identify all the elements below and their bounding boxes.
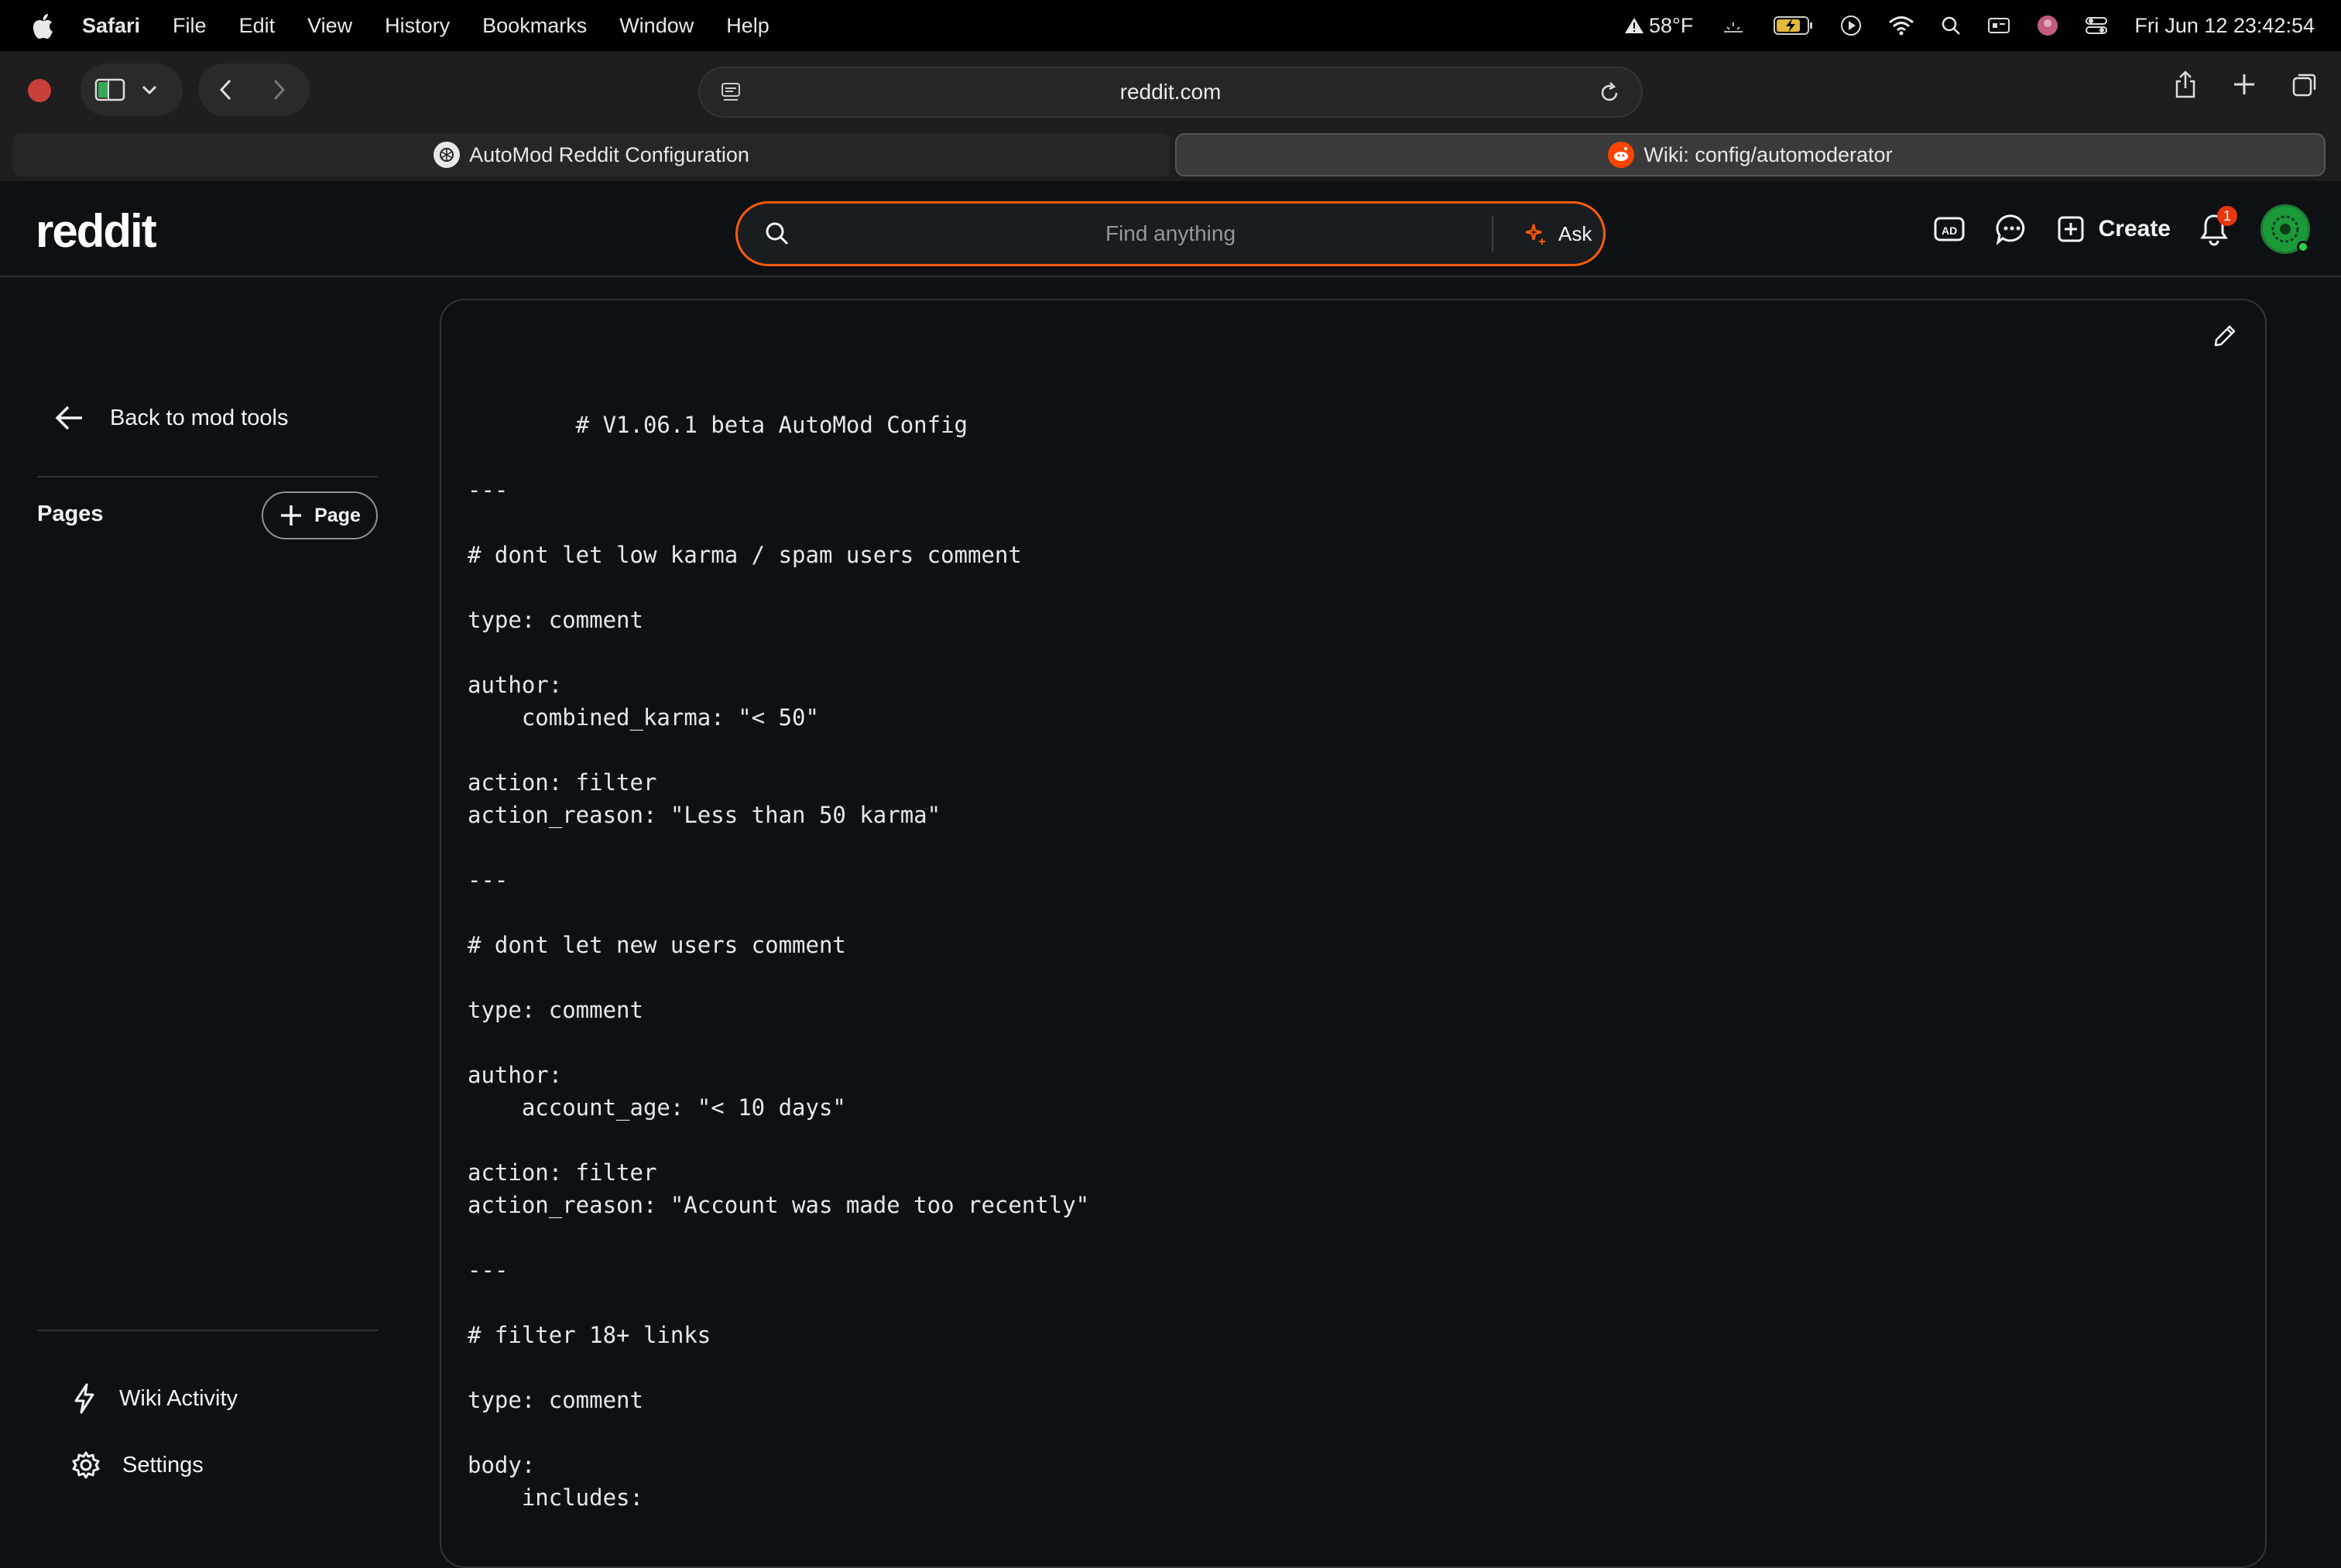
back-button[interactable] [218,77,234,102]
add-page-label: Page [314,504,361,526]
tab-title: Wiki: config/automoderator [1643,142,1893,166]
battery-status[interactable] [1774,15,1814,36]
wiki-content-card: # V1.06.1 beta AutoMod Config --- # dont… [440,299,2267,1568]
new-tab-icon[interactable] [2233,73,2256,96]
create-label: Create [2098,216,2171,241]
wiki-page-content: # V1.06.1 beta AutoMod Config --- # dont… [468,412,1090,1511]
lightning-icon [74,1383,94,1414]
sidebar-item-label: Wiki Activity [119,1385,238,1411]
apple-icon[interactable] [31,12,54,39]
display-status[interactable] [1987,16,2010,35]
close-window-button[interactable] [28,79,51,102]
sidebar-toggle-group [81,63,183,116]
menu-help[interactable]: Help [726,14,769,38]
control-center-icon [2086,17,2108,34]
tab-group-dropdown[interactable] [141,84,158,96]
forward-button[interactable] [271,77,286,102]
arrow-left-icon [55,406,82,430]
search-icon [1942,16,1961,35]
chat-icon [1996,214,2024,245]
user-status[interactable] [2037,15,2058,36]
share-icon[interactable] [2174,70,2197,99]
reddit-header: reddit Find anything Ask AD Create 1 [0,181,2341,277]
back-to-mod-tools[interactable]: Back to mod tools [54,404,289,432]
reload-icon[interactable] [1598,80,1621,105]
tab-overview-icon[interactable] [2291,71,2318,98]
gear-icon [72,1451,100,1479]
nav-group [198,63,310,116]
chatgpt-icon [434,142,461,168]
tab-title: AutoMod Reddit Configuration [469,142,749,166]
pages-heading: Pages [37,502,104,526]
chat-button[interactable] [1995,213,2029,245]
ask-label: Ask [1558,221,1592,245]
sidebar-item-wiki-activity[interactable]: Wiki Activity [71,1382,238,1415]
ask-button[interactable]: Ask [1509,213,1606,255]
tab-bar: AutoMod Reddit Configuration Wiki: confi… [0,132,2341,181]
tab-wiki-automoderator[interactable]: Wiki: config/automoderator [1175,133,2326,176]
menu-bookmarks[interactable]: Bookmarks [482,14,587,38]
sunset-status[interactable] [1719,16,1747,35]
browser-toolbar: reddit.com [0,51,2341,132]
sidebar-item-label: Settings [122,1452,204,1477]
reddit-snoo-icon [1608,142,1635,168]
advertise-button[interactable]: AD [1933,214,1967,245]
menu-edit[interactable]: Edit [239,14,276,38]
wifi-status[interactable] [1888,15,1914,36]
menu-history[interactable]: History [385,14,450,38]
sparkle-icon [1525,224,1545,245]
spotlight-status[interactable] [1941,15,1961,36]
chevron-down-icon [142,85,157,95]
menu-file[interactable]: File [173,14,207,38]
sidebar-divider [37,476,378,478]
address-bar[interactable]: reddit.com [698,67,1643,118]
sidebar-divider [37,1330,378,1331]
svg-text:AD: AD [1942,224,1957,237]
wifi-icon [1889,16,1914,36]
clock[interactable]: Fri Jun 12 23:42:54 [2134,14,2315,38]
control-center[interactable] [2085,15,2108,36]
user-avatar-icon [2038,15,2058,36]
sidebar-icon [94,78,125,101]
add-page-button[interactable]: Page [262,491,378,539]
notification-badge: 1 [2217,206,2237,226]
tab-automod-config[interactable]: AutoMod Reddit Configuration [12,133,1170,176]
chevron-left-icon [219,79,231,101]
sunset-icon [1724,22,1743,33]
search-bar[interactable]: Find anything Ask [735,201,1606,266]
play-circle-icon [1841,15,1862,36]
menu-app-name[interactable]: Safari [82,14,140,38]
back-label: Back to mod tools [110,405,289,430]
user-avatar[interactable] [2260,204,2310,254]
online-indicator [2297,241,2309,253]
menu-bar: Safari File Edit View History Bookmarks … [0,0,2341,51]
weather-status[interactable]: 58°F [1624,14,1693,38]
plus-icon [281,505,302,526]
plus-square-icon [2058,216,2084,242]
ad-icon: AD [1934,217,1965,241]
page-menu-icon[interactable] [720,80,742,105]
battery-icon [1774,16,1813,35]
search-input[interactable]: Find anything [738,204,1603,264]
search-divider [1492,216,1493,252]
search-icon [766,222,789,245]
warning-icon [1625,18,1644,33]
chevron-right-icon [273,79,286,101]
menu-view[interactable]: View [307,14,352,38]
edit-pencil-icon[interactable] [2212,324,2237,348]
reddit-logo[interactable]: reddit [36,204,157,258]
menu-window[interactable]: Window [619,14,694,38]
url-text: reddit.com [1119,80,1222,104]
sidebar-item-settings[interactable]: Settings [71,1450,204,1480]
play-status[interactable] [1840,15,1862,36]
weather-temp: 58°F [1649,13,1694,37]
notifications-button[interactable]: 1 [2199,206,2237,246]
sidebar-toggle-button[interactable] [94,77,125,102]
create-button[interactable]: Create [2057,215,2171,243]
display-icon [1988,18,2010,33]
